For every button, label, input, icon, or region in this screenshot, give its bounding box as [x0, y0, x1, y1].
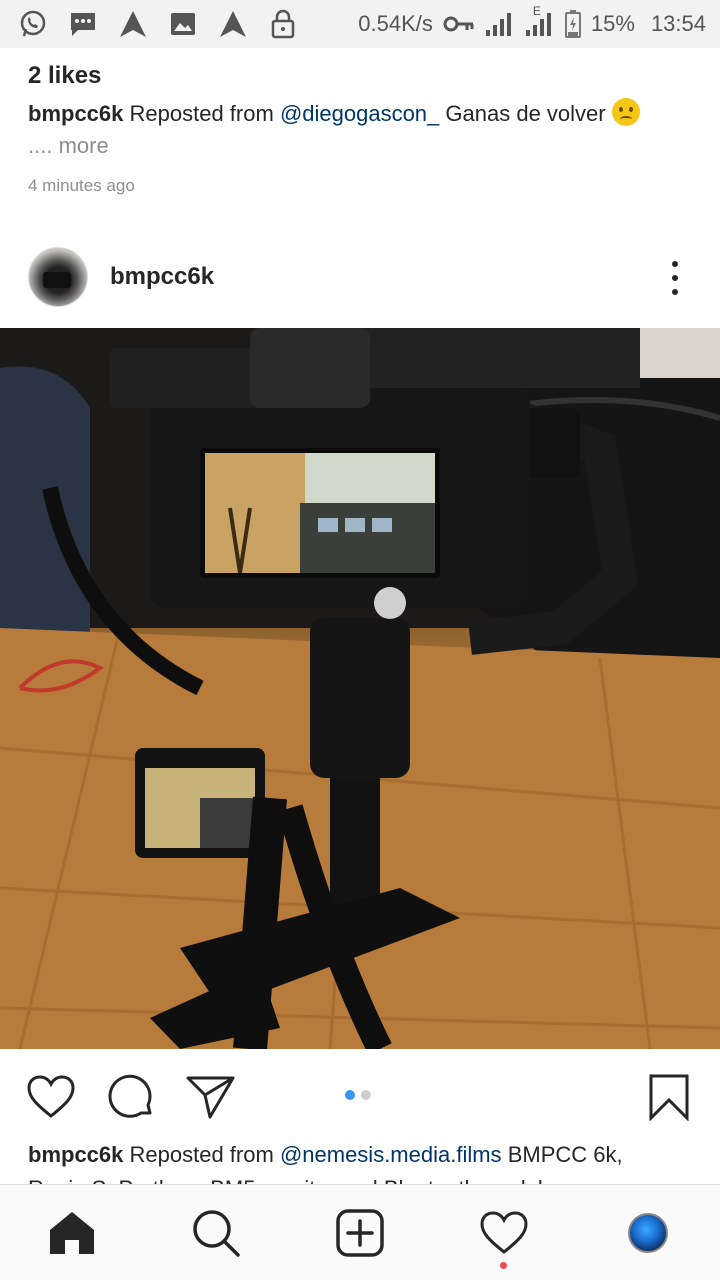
signal-e-icon: E [525, 4, 555, 36]
bottom-nav [0, 1184, 720, 1280]
like-heart-icon[interactable] [26, 1072, 76, 1122]
activity-heart-icon[interactable] [474, 1203, 534, 1269]
carousel-dot [361, 1090, 371, 1100]
up-arrow-icon [118, 9, 148, 39]
sms-icon [68, 9, 98, 39]
more-options-icon[interactable] [670, 261, 680, 295]
post-header: bmpcc6k [0, 246, 720, 308]
post-caption-current: bmpcc6k Reposted from @nemesis.media.fil… [28, 1138, 708, 1184]
caption-text-line2: Ronin S, Portkeys BM5 monitor and Blueto… [28, 1176, 636, 1184]
comment-icon[interactable] [107, 1072, 157, 1122]
clock: 13:54 [650, 11, 706, 36]
image-icon [168, 9, 198, 39]
notification-dot [500, 1261, 507, 1269]
battery-icon [564, 10, 581, 38]
lock-icon [268, 9, 298, 39]
caption-username[interactable]: bmpcc6k [28, 101, 123, 126]
carousel-dot-active [345, 1090, 355, 1100]
status-bar: 0.54K/s E 15% 13:54 [0, 0, 720, 48]
post-actions [0, 1062, 720, 1128]
search-icon[interactable] [186, 1203, 246, 1263]
previous-post-footer: 2 likes bmpcc6k Reposted from @diegogasc… [28, 60, 698, 196]
vpn-key-icon [443, 14, 475, 34]
post-caption: bmpcc6k Reposted from @diegogascon_ Gana… [28, 98, 698, 162]
signal-icon [485, 12, 515, 36]
save-bookmark-icon[interactable] [644, 1072, 694, 1122]
battery-percent: 15% [590, 11, 635, 36]
caption-username[interactable]: bmpcc6k [28, 1142, 123, 1167]
caption-more-link[interactable]: more [59, 133, 109, 158]
caption-mention[interactable]: @nemesis.media.films [280, 1142, 502, 1167]
likes-count[interactable]: 2 likes [28, 60, 698, 92]
share-send-icon[interactable] [186, 1072, 236, 1122]
post-timestamp: 4 minutes ago [28, 176, 135, 195]
profile-icon[interactable] [618, 1203, 678, 1263]
profile-avatar [628, 1212, 668, 1253]
new-post-icon[interactable] [330, 1203, 390, 1263]
caption-mention[interactable]: @diegogascon_ [280, 101, 439, 126]
home-icon[interactable] [42, 1203, 102, 1263]
post-photo[interactable] [0, 328, 720, 1049]
caption-text: Ganas de volver [445, 101, 606, 126]
sad-emoji-icon [611, 98, 640, 126]
caption-ellipsis: .... [28, 133, 53, 158]
carousel-indicator [345, 1090, 371, 1100]
post-username[interactable]: bmpcc6k [110, 263, 214, 291]
network-type: E [532, 4, 541, 18]
up-arrow-icon [218, 9, 248, 39]
net-speed: 0.54K/s [358, 11, 433, 36]
caption-text: BMPCC 6k, [507, 1142, 623, 1167]
whatsapp-icon [18, 9, 48, 39]
caption-prefix: Reposted from [129, 101, 274, 126]
caption-prefix: Reposted from [129, 1142, 274, 1167]
avatar[interactable] [28, 247, 88, 307]
